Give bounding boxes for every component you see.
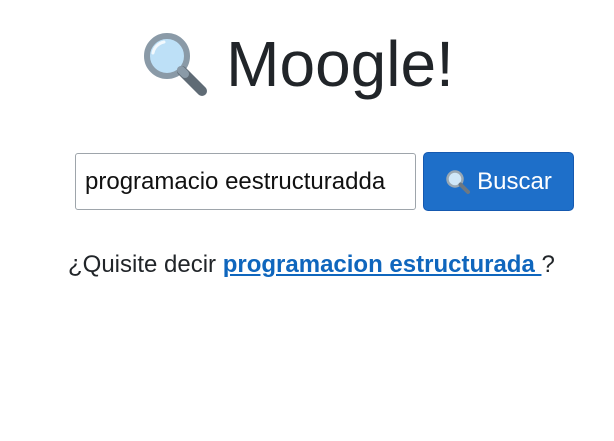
page: Moogle! Buscar ¿Quisite decir programaci… xyxy=(0,0,614,441)
magnifying-glass-icon xyxy=(446,169,471,194)
header: Moogle! xyxy=(0,26,614,102)
search-button[interactable]: Buscar xyxy=(423,152,574,211)
search-button-label: Buscar xyxy=(477,167,552,195)
suggestion-suffix: ? xyxy=(541,251,555,278)
magnifying-glass-icon xyxy=(144,33,208,96)
page-title: Moogle! xyxy=(226,28,454,100)
suggestion-link[interactable]: programacion estructurada xyxy=(223,251,542,278)
suggestion-prefix: ¿Quisite decir xyxy=(68,251,223,278)
did-you-mean: ¿Quisite decir programacion estructurada… xyxy=(68,248,555,282)
search-form: Buscar xyxy=(75,152,574,211)
search-input[interactable] xyxy=(75,153,416,210)
